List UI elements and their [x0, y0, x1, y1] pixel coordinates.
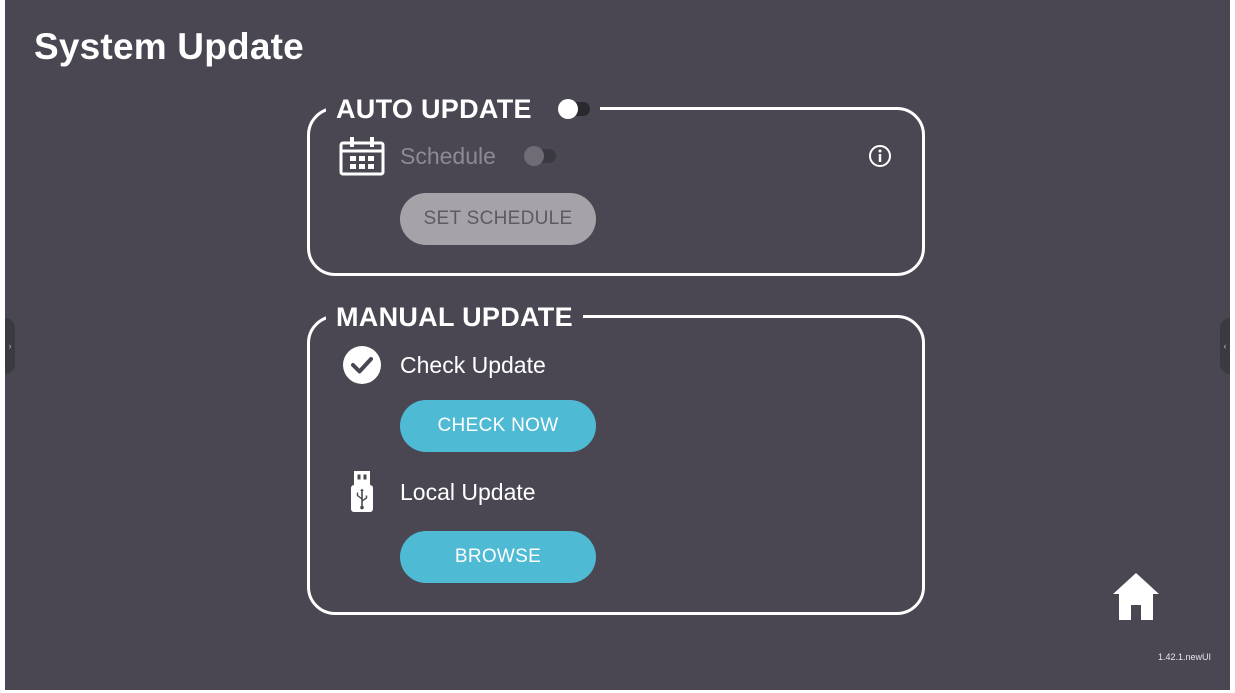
left-sidebar-handle[interactable]: ›: [5, 318, 15, 374]
check-update-row: Check Update: [338, 345, 546, 385]
schedule-toggle[interactable]: [523, 146, 556, 166]
page-title: System Update: [34, 26, 304, 67]
check-circle-icon: [338, 345, 386, 385]
auto-update-heading: AUTO UPDATE: [336, 93, 532, 124]
schedule-row: Schedule: [338, 136, 556, 176]
browse-button[interactable]: BROWSE: [400, 531, 596, 583]
manual-update-panel: MANUAL UPDATE Check Update CHECK NOW Loc…: [307, 297, 925, 615]
check-now-button[interactable]: CHECK NOW: [400, 400, 596, 452]
set-schedule-button[interactable]: SET SCHEDULE: [400, 193, 596, 245]
auto-update-header: AUTO UPDATE: [326, 89, 600, 129]
schedule-toggle-knob: [523, 146, 544, 166]
info-icon[interactable]: [868, 144, 892, 168]
manual-update-heading: MANUAL UPDATE: [336, 301, 573, 332]
calendar-icon: [338, 136, 386, 176]
schedule-label: Schedule: [400, 142, 496, 169]
manual-update-header: MANUAL UPDATE: [326, 297, 583, 337]
home-icon[interactable]: [1111, 572, 1161, 622]
auto-update-toggle-knob: [557, 99, 578, 119]
system-update-screen: System Update AUTO UPDATE Schedule SET S…: [5, 0, 1230, 690]
right-sidebar-handle[interactable]: ‹: [1220, 318, 1230, 374]
auto-update-panel: AUTO UPDATE Schedule SET SCHEDULE: [307, 89, 925, 276]
local-update-label: Local Update: [400, 478, 536, 505]
auto-update-toggle[interactable]: [557, 99, 590, 119]
usb-drive-icon: [338, 471, 386, 512]
version-label: 1.42.1.newUI: [1158, 652, 1212, 662]
local-update-row: Local Update: [338, 471, 536, 512]
check-update-label: Check Update: [400, 351, 546, 378]
